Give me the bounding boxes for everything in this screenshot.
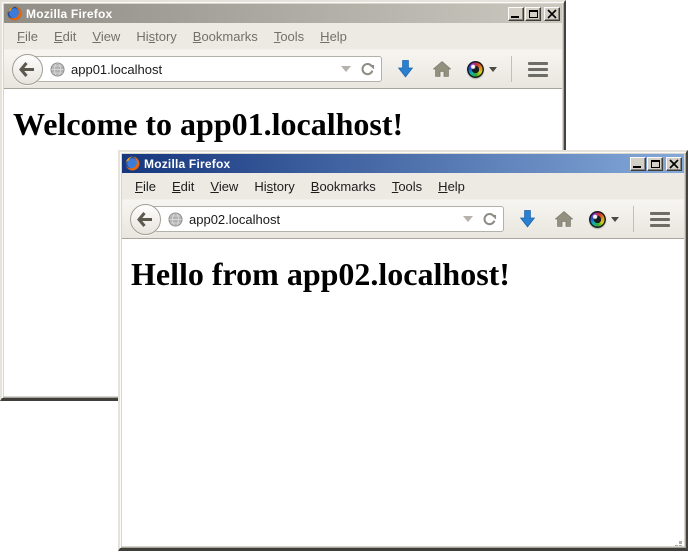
downloads-button[interactable]	[394, 56, 417, 82]
color-wheel-icon	[467, 61, 484, 78]
maximize-button[interactable]	[525, 7, 541, 21]
menu-bar: FileEditViewHistoryBookmarksToolsHelp	[122, 173, 684, 199]
menu-edit[interactable]: Edit	[48, 27, 84, 46]
download-arrow-icon	[398, 60, 413, 78]
addon-button[interactable]	[589, 211, 619, 228]
urlbar-dropdown-icon[interactable]	[341, 66, 351, 72]
addon-caret-icon	[489, 67, 497, 72]
home-icon	[555, 211, 573, 227]
close-button[interactable]	[544, 7, 560, 21]
menu-tools[interactable]: Tools	[386, 177, 430, 196]
maximize-icon	[651, 160, 660, 168]
back-button[interactable]	[130, 204, 161, 235]
page-heading: Hello from app02.localhost!	[131, 256, 676, 293]
back-button[interactable]	[12, 54, 43, 85]
resize-grip[interactable]	[679, 541, 682, 544]
menu-panel-button[interactable]	[646, 208, 674, 231]
maximize-button[interactable]	[647, 157, 663, 171]
hamburger-icon	[650, 212, 670, 227]
downloads-button[interactable]	[516, 206, 539, 232]
menu-history[interactable]: History	[130, 27, 184, 46]
reload-icon[interactable]	[482, 212, 497, 227]
url-text[interactable]: app01.localhost	[71, 62, 341, 77]
minimize-icon	[511, 16, 519, 18]
close-button[interactable]	[666, 157, 682, 171]
home-icon	[433, 61, 451, 77]
close-icon	[545, 8, 559, 20]
globe-icon	[50, 62, 65, 77]
download-arrow-icon	[520, 210, 535, 228]
window-title: Mozilla Firefox	[26, 7, 508, 21]
menu-bookmarks[interactable]: Bookmarks	[305, 177, 384, 196]
urlbar-dropdown-icon[interactable]	[463, 216, 473, 222]
minimize-button[interactable]	[630, 157, 646, 171]
menu-file[interactable]: File	[129, 177, 164, 196]
menu-panel-button[interactable]	[524, 58, 552, 81]
browser-window-app02[interactable]: Mozilla Firefox FileEditViewHistoryBookm…	[118, 150, 688, 551]
home-button[interactable]	[429, 57, 455, 81]
menu-help[interactable]: Help	[432, 177, 473, 196]
menu-history[interactable]: History	[248, 177, 302, 196]
menu-edit[interactable]: Edit	[166, 177, 202, 196]
menu-file[interactable]: File	[11, 27, 46, 46]
close-icon	[667, 158, 681, 170]
minimize-button[interactable]	[508, 7, 524, 21]
minimize-icon	[633, 166, 641, 168]
menu-bar: FileEditViewHistoryBookmarksToolsHelp	[4, 23, 562, 49]
url-bar[interactable]: app01.localhost	[27, 56, 382, 82]
window-title: Mozilla Firefox	[144, 157, 630, 171]
menu-tools[interactable]: Tools	[268, 27, 312, 46]
menu-help[interactable]: Help	[314, 27, 355, 46]
maximize-icon	[529, 10, 538, 18]
navigation-toolbar: app01.localhost	[4, 49, 562, 89]
menu-view[interactable]: View	[86, 27, 128, 46]
page-content: Hello from app02.localhost!	[122, 239, 684, 546]
menu-bookmarks[interactable]: Bookmarks	[187, 27, 266, 46]
addon-caret-icon	[611, 217, 619, 222]
addon-button[interactable]	[467, 61, 497, 78]
page-heading: Welcome to app01.localhost!	[13, 106, 554, 143]
url-text[interactable]: app02.localhost	[189, 212, 463, 227]
color-wheel-icon	[589, 211, 606, 228]
firefox-icon	[7, 6, 22, 21]
toolbar-separator	[633, 206, 634, 232]
back-arrow-icon	[19, 62, 36, 77]
reload-icon[interactable]	[360, 62, 375, 77]
titlebar[interactable]: Mozilla Firefox	[122, 154, 684, 173]
toolbar-separator	[511, 56, 512, 82]
hamburger-icon	[528, 62, 548, 77]
globe-icon	[168, 212, 183, 227]
firefox-icon	[125, 156, 140, 171]
back-arrow-icon	[137, 212, 154, 227]
url-bar[interactable]: app02.localhost	[145, 206, 504, 232]
navigation-toolbar: app02.localhost	[122, 199, 684, 239]
home-button[interactable]	[551, 207, 577, 231]
menu-view[interactable]: View	[204, 177, 246, 196]
titlebar[interactable]: Mozilla Firefox	[4, 4, 562, 23]
